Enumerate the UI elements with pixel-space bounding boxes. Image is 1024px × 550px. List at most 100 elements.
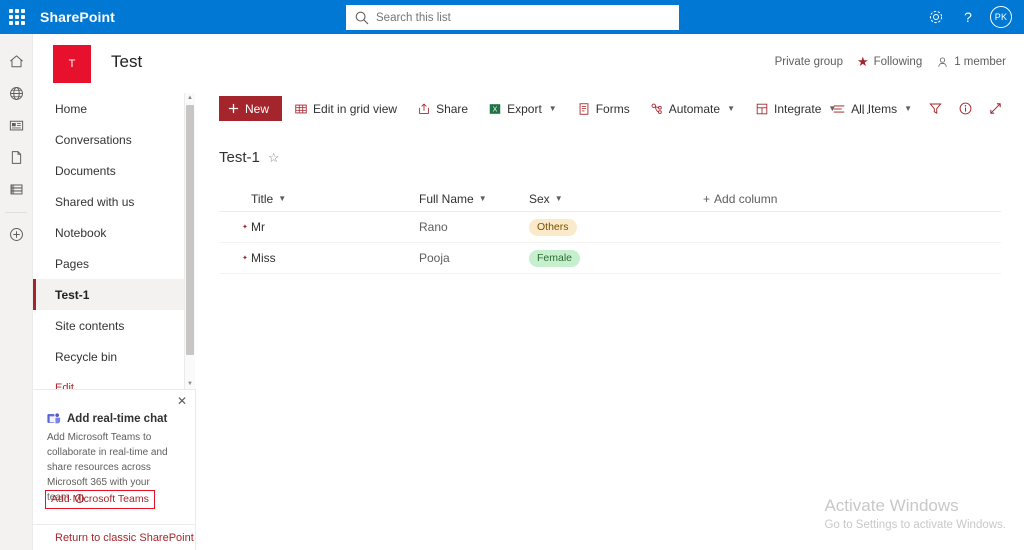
person-icon: [938, 56, 947, 67]
command-bar-right: All Items ▼: [820, 93, 1010, 124]
rail-globe-icon[interactable]: [1, 78, 31, 109]
nav-label: Pages: [55, 256, 90, 271]
search-box[interactable]: [346, 5, 679, 30]
site-meta: Private group ★ Following 1 member: [775, 54, 1006, 70]
grid-icon: [295, 104, 307, 113]
view-label: All Items: [851, 101, 898, 116]
settings-gear-icon[interactable]: [922, 3, 950, 31]
nav-item-test-1[interactable]: Test-1: [33, 279, 184, 310]
chevron-down-icon: ▼: [548, 104, 557, 113]
list-grid: Title ▼ Full Name ▼ Sex ▼ + Add column ✦…: [219, 186, 1001, 274]
automate-button[interactable]: Automate ▼: [642, 95, 743, 123]
edit-in-grid-view-button[interactable]: Edit in grid view: [286, 95, 405, 123]
nav-item-conversations[interactable]: Conversations: [33, 124, 184, 155]
scrollbar-thumb[interactable]: [186, 105, 194, 355]
expand-icon: [989, 103, 1001, 114]
help-icon[interactable]: ?: [954, 3, 982, 31]
rail-page-icon[interactable]: [1, 142, 31, 173]
details-info-button[interactable]: [950, 95, 980, 123]
column-label: Title: [251, 191, 274, 206]
site-title[interactable]: Test: [111, 52, 142, 72]
chevron-down-icon: ▼: [478, 194, 487, 203]
nav-label: Documents: [55, 163, 116, 178]
navigation-scrollbar[interactable]: ▲ ▼: [185, 93, 195, 389]
nav-item-documents[interactable]: Documents: [33, 155, 184, 186]
nav-item-shared-with-us[interactable]: Shared with us: [33, 186, 184, 217]
teams-icon: [47, 413, 61, 424]
grid-header-row: Title ▼ Full Name ▼ Sex ▼ + Add column: [219, 186, 1001, 212]
search-input[interactable]: [376, 11, 671, 24]
nav-label: Conversations: [55, 132, 132, 147]
sharepoint-brand-link[interactable]: SharePoint: [40, 9, 115, 25]
new-button[interactable]: New: [219, 96, 283, 121]
table-row[interactable]: ✦ Miss Pooja Female: [219, 243, 1001, 274]
nav-item-recycle-bin[interactable]: Recycle bin: [33, 341, 184, 372]
nav-label: Notebook: [55, 225, 107, 240]
members-label: 1 member: [954, 56, 1006, 68]
new-button-label: New: [245, 101, 270, 116]
app-rail: [0, 34, 33, 550]
column-header-full-name[interactable]: Full Name ▼: [419, 186, 529, 212]
plus-icon: [228, 103, 239, 114]
nav-item-pages[interactable]: Pages: [33, 248, 184, 279]
nav-label: Edit: [55, 381, 74, 390]
nav-label: Site contents: [55, 318, 125, 333]
scroll-up-arrow[interactable]: ▲: [185, 93, 195, 103]
export-button[interactable]: X Export ▼: [480, 95, 565, 123]
command-label: Share: [436, 101, 469, 116]
site-header: T Test Private group ★ Following 1 membe…: [33, 34, 1024, 93]
rail-home-icon[interactable]: [1, 46, 31, 77]
windows-activation-watermark: Activate Windows Go to Settings to activ…: [824, 495, 1006, 533]
command-label: Edit in grid view: [313, 101, 398, 116]
nav-label: Shared with us: [55, 194, 135, 209]
site-logo[interactable]: T: [53, 45, 91, 83]
teams-promo-panel: ✕ Add real-time chat Add Microsoft Teams…: [33, 389, 196, 524]
gear-icon: [929, 10, 943, 24]
rail-lists-icon[interactable]: [1, 174, 31, 205]
cell-sex: Others: [529, 218, 639, 236]
nav-item-site-contents[interactable]: Site contents: [33, 310, 184, 341]
status-badge: Female: [529, 249, 581, 267]
nav-item-home[interactable]: Home: [33, 93, 184, 124]
close-icon[interactable]: ✕: [177, 394, 187, 408]
nav-label: Recycle bin: [55, 349, 118, 364]
cell-title-text: Mr: [251, 220, 265, 234]
table-row[interactable]: ✦ Mr Rano Others: [219, 212, 1001, 243]
view-selector-button[interactable]: All Items ▼: [824, 95, 920, 123]
add-column-button[interactable]: + Add column: [703, 192, 777, 206]
info-icon: [959, 102, 971, 115]
excel-icon: X: [489, 103, 501, 114]
cell-title[interactable]: ✦ Mr: [219, 220, 419, 234]
return-to-classic-sharepoint-link[interactable]: Return to classic SharePoint: [33, 524, 196, 550]
column-header-title[interactable]: Title ▼: [219, 186, 419, 212]
watermark-subtitle: Go to Settings to activate Windows.: [824, 519, 1006, 531]
members-button[interactable]: 1 member: [936, 56, 1006, 69]
command-label: Integrate: [774, 101, 822, 116]
avatar[interactable]: PK: [990, 6, 1012, 28]
scroll-down-arrow[interactable]: ▼: [185, 379, 195, 389]
rail-create-icon[interactable]: [1, 219, 31, 250]
forms-button[interactable]: Forms: [569, 95, 638, 123]
nav-item-edit[interactable]: Edit: [33, 372, 184, 390]
promo-heading: Add real-time chat: [47, 412, 167, 425]
favorite-star-icon[interactable]: ☆: [268, 150, 280, 166]
share-button[interactable]: Share: [409, 95, 476, 123]
expand-button[interactable]: [980, 95, 1010, 123]
forms-icon: [579, 102, 589, 115]
new-item-indicator-icon: ✦: [242, 224, 248, 231]
watermark-title: Activate Windows: [824, 496, 959, 515]
nav-item-notebook[interactable]: Notebook: [33, 217, 184, 248]
command-label: Forms: [595, 101, 630, 116]
rail-news-icon[interactable]: [1, 110, 31, 141]
following-button[interactable]: ★ Following: [857, 54, 922, 70]
add-microsoft-teams-link[interactable]: Add Microsoft Teams: [45, 490, 155, 509]
cell-title[interactable]: ✦ Miss: [219, 251, 419, 265]
search-icon: [355, 11, 369, 24]
app-launcher-icon[interactable]: [0, 0, 34, 34]
list-title[interactable]: Test-1: [219, 149, 260, 166]
column-header-sex[interactable]: Sex ▼: [529, 186, 639, 212]
add-column-label: Add column: [714, 191, 778, 206]
filter-button[interactable]: [920, 95, 950, 123]
list-title-area: Test-1 ☆: [219, 149, 280, 166]
chevron-down-icon: ▼: [904, 104, 912, 113]
